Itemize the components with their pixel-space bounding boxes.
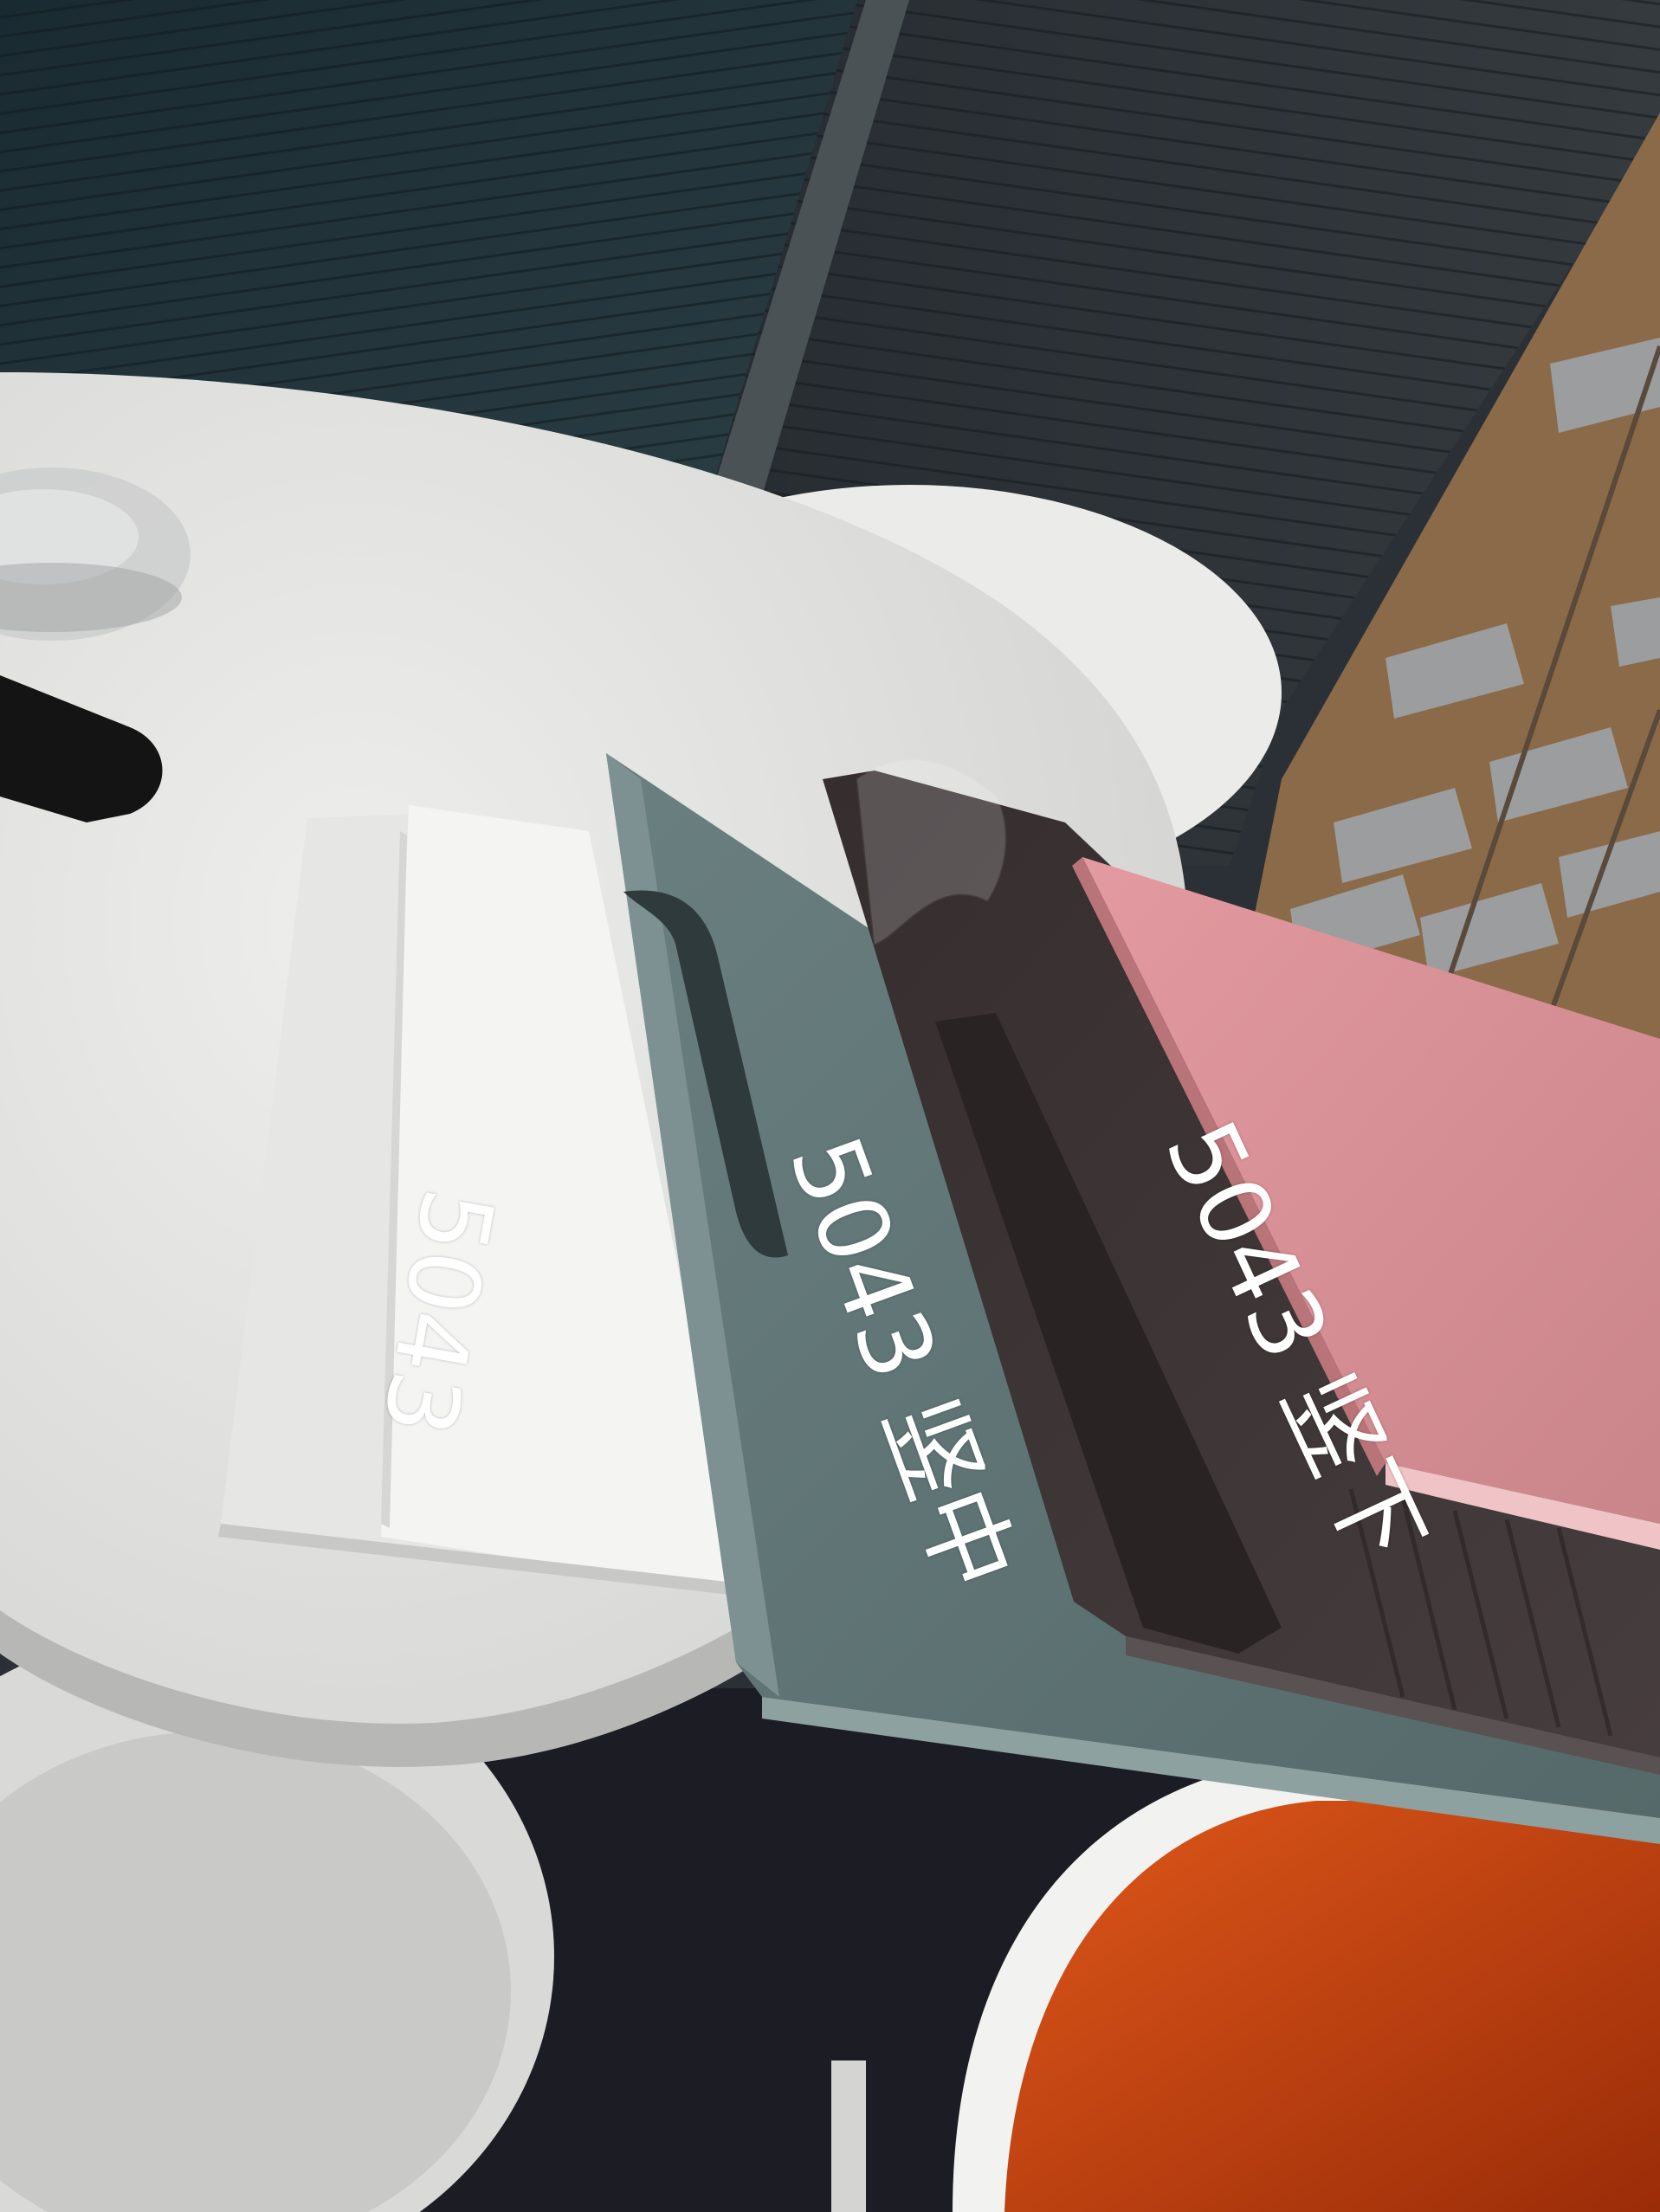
photo-scene — [0, 0, 1660, 2212]
chair-leg — [831, 2060, 866, 2212]
